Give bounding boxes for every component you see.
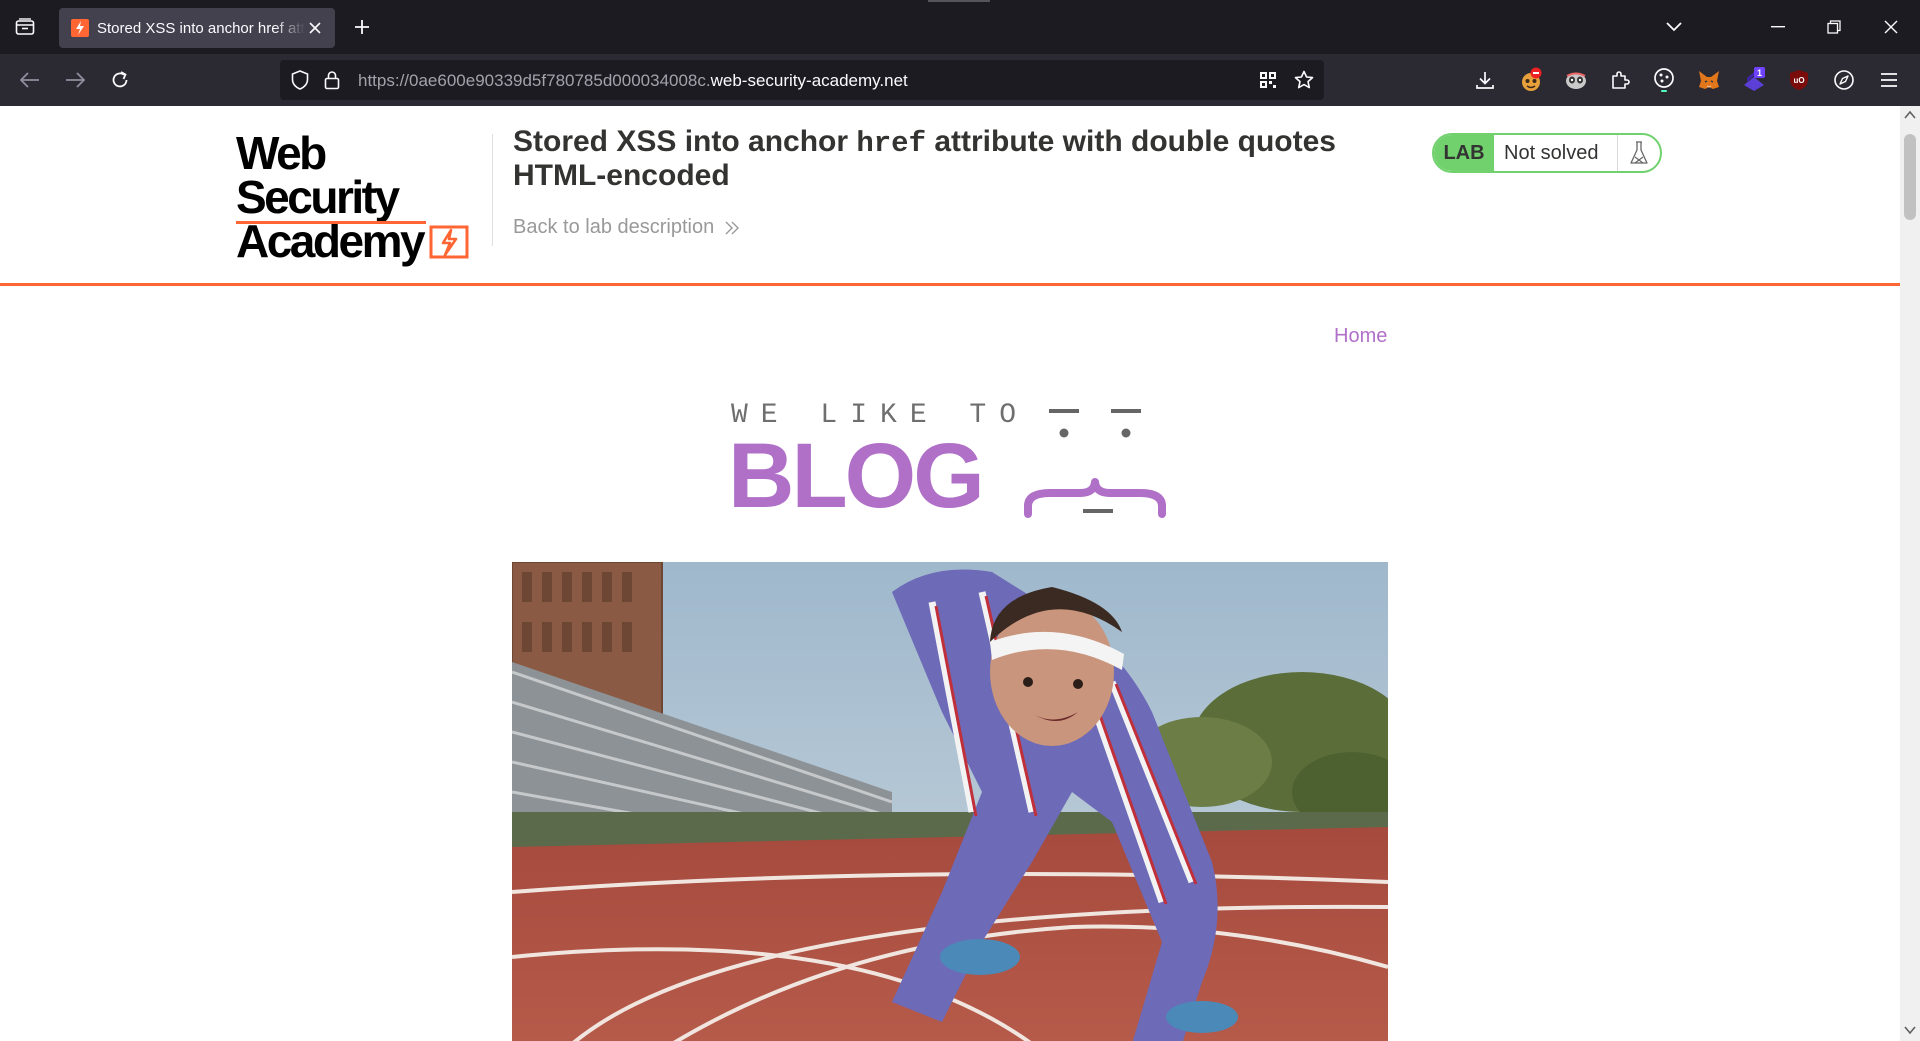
lab-title-pre: Stored XSS into anchor [513,125,857,158]
url-text[interactable]: https://0ae600e90339d5f780785d000034008c… [358,71,908,91]
download-icon[interactable] [1471,66,1499,94]
lab-title: Stored XSS into anchor href attribute wi… [513,126,1393,192]
restore-icon[interactable] [1816,12,1852,42]
back-to-lab-description-link[interactable]: Back to lab description [513,216,740,239]
nav-home-link[interactable]: Home [1334,325,1387,348]
double-chevron-right-icon [725,221,740,234]
reload-icon[interactable] [106,66,134,94]
lab-title-code: href [856,127,926,160]
scroll-up-arrow-icon[interactable] [1904,110,1916,120]
cookie-icon[interactable] [1650,66,1678,94]
page-scrollbar[interactable] [1900,106,1920,1041]
chevron-down-icon[interactable] [1662,15,1686,39]
tab-list-icon[interactable] [12,14,38,40]
privacy-badger-icon[interactable] [1562,66,1590,94]
blog-face-icon [1024,409,1166,518]
active-tab[interactable]: Stored XSS into anchor href attribute wi… [59,8,335,48]
close-window-icon[interactable] [1873,12,1909,42]
lab-status-widget: LAB Not solved [1432,133,1662,173]
logo-line-2-text: Academy [236,215,426,267]
ublock-origin-icon[interactable] [1517,66,1545,94]
forward-arrow-icon[interactable] [61,66,89,94]
lightning-logo-icon [429,225,469,259]
extensions-puzzle-icon[interactable] [1606,66,1634,94]
bookmark-star-icon[interactable] [1294,70,1314,90]
we-like-to-blog-logo: WE LIKE TO BLOG [728,396,1170,526]
minimize-icon[interactable] [1760,12,1796,42]
lightning-favicon-icon [71,19,89,37]
notification-extension-icon[interactable]: 1 [1740,66,1768,94]
svg-text:uO: uO [1793,76,1804,85]
qr-code-icon[interactable] [1258,70,1278,90]
metamask-fox-icon[interactable] [1695,66,1723,94]
flask-icon [1618,135,1660,171]
logo-line-2: Academy [236,215,488,267]
url-domain: web-security-academy.net [710,71,908,90]
close-tab-icon[interactable] [305,18,325,38]
logo-line-1: Web Security [236,127,400,223]
lab-status-text: Not solved [1494,135,1618,171]
new-tab-icon[interactable] [350,14,374,40]
lab-badge: LAB [1434,135,1494,171]
browser-tab-bar: Stored XSS into anchor href attribute wi… [0,0,1920,54]
header-divider [492,134,493,246]
shield-icon[interactable] [290,70,310,90]
web-security-academy-logo[interactable]: Web Security Academy [236,127,488,264]
scroll-down-arrow-icon[interactable] [1904,1025,1916,1035]
compass-icon[interactable] [1830,66,1858,94]
academy-lab-header: Web Security Academy Stored XSS into anc… [0,106,1900,286]
extension-badge-count: 1 [1757,68,1762,78]
back-link-text: Back to lab description [513,216,715,238]
menu-icon[interactable] [1875,66,1903,94]
drag-handle[interactable] [928,0,990,2]
scrollbar-thumb[interactable] [1904,134,1916,220]
tab-title: Stored XSS into anchor href attribute wi… [97,19,305,37]
logo-underline [236,221,426,224]
lock-icon[interactable] [322,70,342,90]
address-bar[interactable]: https://0ae600e90339d5f780785d000034008c… [280,60,1324,100]
back-arrow-icon[interactable] [16,66,44,94]
blog-logo-big-text: BLOG [728,425,985,527]
blog-hero-image[interactable] [512,562,1388,1041]
runner-on-track-image [512,562,1388,1041]
browser-nav-bar: https://0ae600e90339d5f780785d000034008c… [0,54,1920,106]
url-prefix: https://0ae600e90339d5f780785d000034008c… [358,71,711,90]
page-viewport: Web Security Academy Stored XSS into anc… [0,106,1900,1041]
ublock-icon[interactable]: uO [1785,66,1813,94]
